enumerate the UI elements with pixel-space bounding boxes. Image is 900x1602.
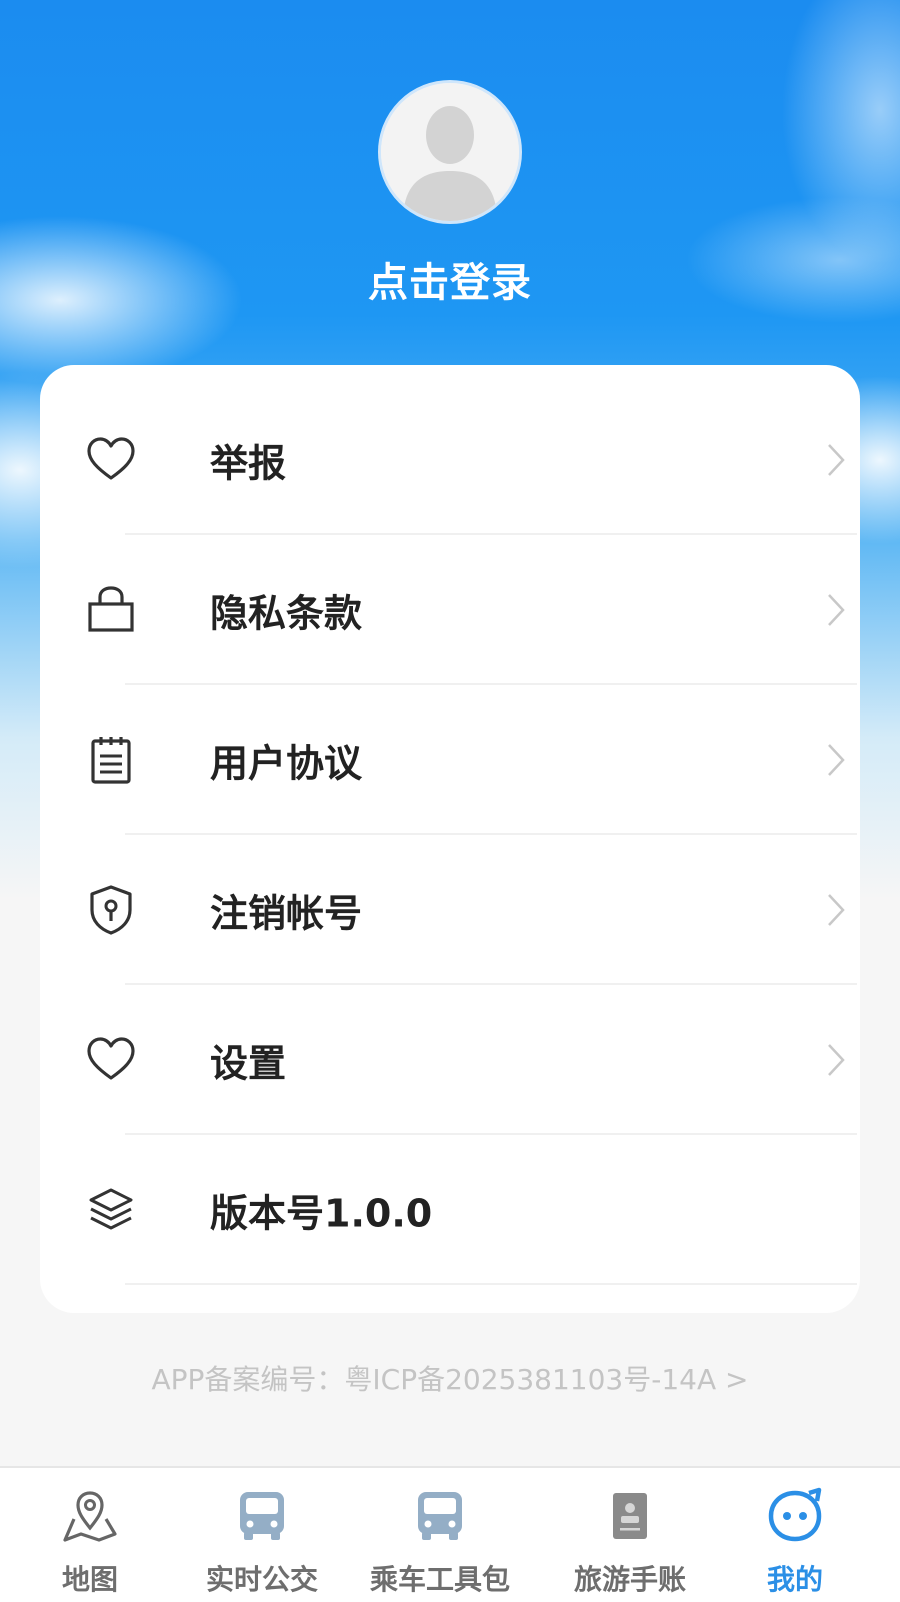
menu-item-delete-account[interactable]: 注销帐号 — [85, 835, 857, 985]
tab-label: 我的 — [766, 1563, 823, 1596]
menu-item-label: 隐私条款 — [210, 591, 363, 636]
version-label: 版本号1.0.0 — [210, 1191, 433, 1236]
menu-item-version: 版本号1.0.0 — [85, 1135, 857, 1285]
divider — [125, 1283, 857, 1285]
notebook-icon — [613, 1493, 647, 1539]
layers-icon — [89, 1188, 133, 1230]
menu-item-privacy[interactable]: 隐私条款 — [85, 535, 857, 685]
chevron-right-icon — [828, 1044, 845, 1076]
chevron-right-icon — [828, 594, 845, 626]
tab-label: 实时公交 — [205, 1563, 318, 1596]
tab-ride-toolkit[interactable]: 乘车工具包 — [350, 1468, 530, 1602]
tab-label: 乘车工具包 — [369, 1563, 510, 1596]
shield-keyhole-icon — [90, 885, 132, 935]
chevron-right-icon — [828, 894, 845, 926]
heart-icon — [87, 1037, 135, 1080]
login-prompt[interactable]: 点击登录 — [0, 250, 900, 308]
menu-item-label: 注销帐号 — [210, 891, 363, 936]
menu-item-label: 设置 — [210, 1041, 287, 1086]
menu-item-report[interactable]: 举报 — [85, 385, 857, 535]
tab-mine[interactable]: 我的 — [705, 1468, 885, 1602]
chevron-right-icon — [828, 444, 845, 476]
menu-item-label: 举报 — [210, 441, 287, 486]
menu-item-settings[interactable]: 设置 — [85, 985, 857, 1135]
map-pin-icon — [63, 1491, 117, 1542]
tab-label: 旅游手账 — [573, 1563, 686, 1596]
chevron-right-icon — [828, 744, 845, 776]
bag-icon — [88, 586, 134, 632]
tab-travel-journal[interactable]: 旅游手账 — [540, 1468, 720, 1602]
bottom-tab-bar: 地图 实时公交 乘车工具包 旅游手账 我的 — [0, 1466, 900, 1602]
bus-icon — [240, 1492, 284, 1540]
tab-map[interactable]: 地图 — [0, 1468, 180, 1602]
notepad-icon — [91, 737, 131, 784]
smiley-face-icon — [768, 1487, 822, 1542]
bus-icon — [418, 1492, 462, 1540]
tab-label: 地图 — [61, 1563, 118, 1596]
menu-item-user-agreement[interactable]: 用户协议 — [85, 685, 857, 835]
tab-realtime-bus[interactable]: 实时公交 — [172, 1468, 352, 1602]
menu-card: 举报 隐私条款 用户协议 注销帐号 设置 版本号1.0.0 — [40, 365, 860, 1313]
heart-icon — [87, 437, 135, 480]
avatar[interactable] — [378, 80, 522, 224]
menu-item-label: 用户协议 — [210, 741, 363, 786]
default-avatar-icon — [381, 83, 519, 221]
icp-record-link[interactable]: APP备案编号：粤ICP备2025381103号-14A > — [0, 1358, 900, 1398]
